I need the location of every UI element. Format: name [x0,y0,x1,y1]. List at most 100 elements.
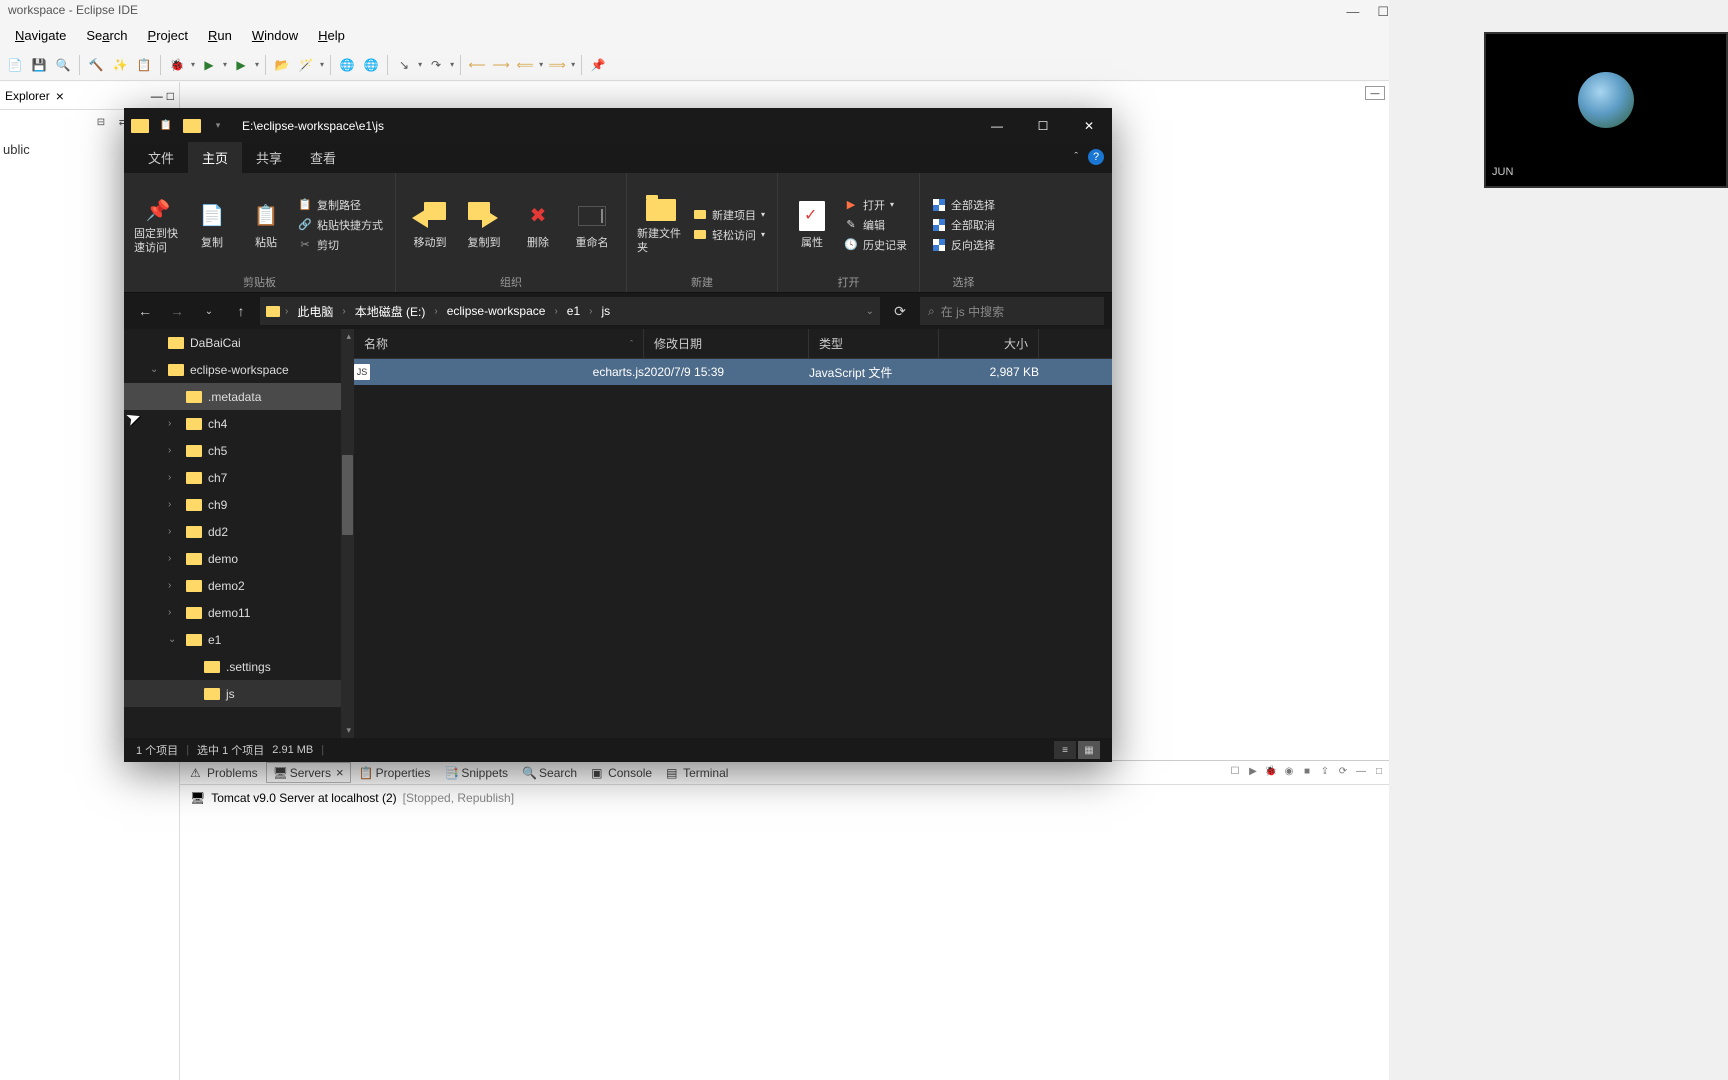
zoom-icon[interactable]: 🔍 [53,55,73,75]
breadcrumb-dropdown-icon[interactable]: ⌄ [866,306,874,317]
server-new-icon[interactable]: ☐ [1227,763,1243,779]
tab-servers[interactable]: 🖥Servers× [266,762,351,783]
minimize-button[interactable]: — [1346,4,1359,20]
step-over-icon[interactable]: ↷ [426,55,446,75]
chevron-right-icon[interactable]: › [551,306,560,317]
tree-item-ch7[interactable]: ›ch7 [124,464,354,491]
tab-view[interactable]: 查看 [296,142,350,173]
pin-editor-icon[interactable]: 📌 [588,55,608,75]
tree-item-ch5[interactable]: ›ch5 [124,437,354,464]
menu-navigate[interactable]: Navigate [5,25,76,49]
folder-tree[interactable]: ▴ ▾ DaBaiCai⌄eclipse-workspace.metadata›… [124,329,354,738]
server-debug-icon[interactable]: 🐞 [1263,763,1279,779]
tab-terminal[interactable]: ▤Terminal [660,764,734,782]
close-icon[interactable]: × [336,765,344,780]
qat-new-folder-icon[interactable] [180,114,204,138]
scrollbar-thumb[interactable] [342,455,353,535]
menu-project[interactable]: Project [138,25,198,49]
collapse-all-icon[interactable]: ⊟ [92,114,110,130]
open-folder-icon[interactable]: 📂 [272,55,292,75]
debug-icon[interactable]: 🐞 [167,55,187,75]
tree-item-demo2[interactable]: ›demo2 [124,572,354,599]
chevron-icon[interactable]: ⌄ [150,364,162,375]
recent-dropdown-icon[interactable]: ⌄ [196,298,222,324]
tree-item-demo11[interactable]: ›demo11 [124,599,354,626]
up-button[interactable]: ↑ [228,298,254,324]
web-icon[interactable]: 🌐 [337,55,357,75]
tab-console[interactable]: ▣Console [585,764,658,782]
back-icon[interactable]: ⟸ [515,55,535,75]
titlebar[interactable]: 📋 ▾ E:\eclipse-workspace\e1\js — ☐ ✕ [124,108,1112,143]
scroll-down-icon[interactable]: ▾ [346,725,351,736]
maximize-view-icon[interactable]: □ [167,89,174,103]
run-icon[interactable]: ▶ [199,55,219,75]
tree-item-demo[interactable]: ›demo [124,545,354,572]
tab-snippets[interactable]: 📑Snippets [438,764,514,782]
paste-shortcut-button[interactable]: 🔗粘贴快捷方式 [296,216,385,234]
chevron-right-icon[interactable]: › [586,306,595,317]
close-icon[interactable]: × [56,88,64,104]
edit-button[interactable]: ✎编辑 [842,216,909,234]
help-icon[interactable]: ? [1088,149,1104,165]
chevron-right-icon[interactable]: › [282,306,291,317]
chevron-right-icon[interactable]: › [431,306,440,317]
back-button[interactable]: ← [132,298,158,324]
rename-button[interactable]: 重命名 [568,200,616,250]
copy-to-button[interactable]: 复制到 [460,200,508,250]
panel-maximize-icon[interactable]: □ [1371,763,1387,779]
server-profile-icon[interactable]: ◉ [1281,763,1297,779]
copy-button[interactable]: 📄 复制 [188,200,236,250]
tab-properties[interactable]: 📋Properties [353,764,437,782]
run-last-icon[interactable]: ▶ [231,55,251,75]
properties-button[interactable]: 属性 [788,200,836,250]
server-start-icon[interactable]: ▶ [1245,763,1261,779]
new-item-button[interactable]: 新建项目 ▾ [691,206,767,224]
move-to-button[interactable]: 移动到 [406,200,454,250]
column-size[interactable]: 大小 [939,329,1039,358]
tree-item-metadata[interactable]: .metadata [124,383,354,410]
file-row[interactable]: JSecharts.js 2020/7/9 15:39 JavaScript 文… [354,359,1112,385]
save-icon[interactable]: 💾 [29,55,49,75]
next-edit-icon[interactable]: ⟶ [491,55,511,75]
paste-button[interactable]: 📋 粘贴 [242,200,290,250]
scroll-up-icon[interactable]: ▴ [346,331,351,342]
chevron-icon[interactable]: › [168,418,180,429]
chevron-icon[interactable]: › [168,553,180,564]
select-all-button[interactable]: 全部选择 [930,196,997,214]
panel-minimize-icon[interactable]: — [1353,763,1369,779]
column-type[interactable]: 类型 [809,329,939,358]
new-wizard-icon[interactable]: ✨ [110,55,130,75]
build-icon[interactable]: 🔨 [86,55,106,75]
view-details-icon[interactable]: ≡ [1054,741,1076,759]
chevron-icon[interactable]: ⌄ [168,634,180,645]
close-button[interactable]: ✕ [1066,108,1112,143]
crumb-pc[interactable]: 此电脑 [293,303,337,320]
chevron-icon[interactable]: › [168,472,180,483]
crumb-drive[interactable]: 本地磁盘 (E:) [351,303,430,320]
forward-button[interactable]: → [164,298,190,324]
explorer-tab-label[interactable]: Explorer [5,89,50,103]
server-tomcat-row[interactable]: 🖥 Tomcat v9.0 Server at localhost (2) [S… [180,785,1389,811]
tree-item-eclipseworkspace[interactable]: ⌄eclipse-workspace [124,356,354,383]
minimize-view-icon[interactable]: — [151,89,163,103]
crumb-js[interactable]: js [597,304,614,318]
tab-file[interactable]: 文件 [134,142,188,173]
tree-item-ch9[interactable]: ›ch9 [124,491,354,518]
open-button[interactable]: ▶打开 ▾ [842,196,909,214]
refresh-button[interactable]: ⟳ [886,297,914,325]
tab-problems[interactable]: ⚠Problems [184,764,264,782]
qat-dropdown-icon[interactable]: ▾ [206,114,230,138]
menu-help[interactable]: Help [308,25,355,49]
chevron-icon[interactable]: › [168,445,180,456]
easy-access-button[interactable]: 轻松访问 ▾ [691,226,767,244]
tree-item-settings[interactable]: .settings [124,653,354,680]
history-button[interactable]: 🕓历史记录 [842,236,909,254]
view-large-icons-icon[interactable]: ▦ [1078,741,1100,759]
tree-item-ch4[interactable]: ›ch4 [124,410,354,437]
delete-button[interactable]: ✖ 删除 [514,200,562,250]
server-stop-icon[interactable]: ■ [1299,763,1315,779]
server-clean-icon[interactable]: ⟳ [1335,763,1351,779]
ribbon-collapse-icon[interactable]: ˆ [1074,151,1078,163]
menu-run[interactable]: Run [198,25,242,49]
wand-icon[interactable]: 🪄 [296,55,316,75]
